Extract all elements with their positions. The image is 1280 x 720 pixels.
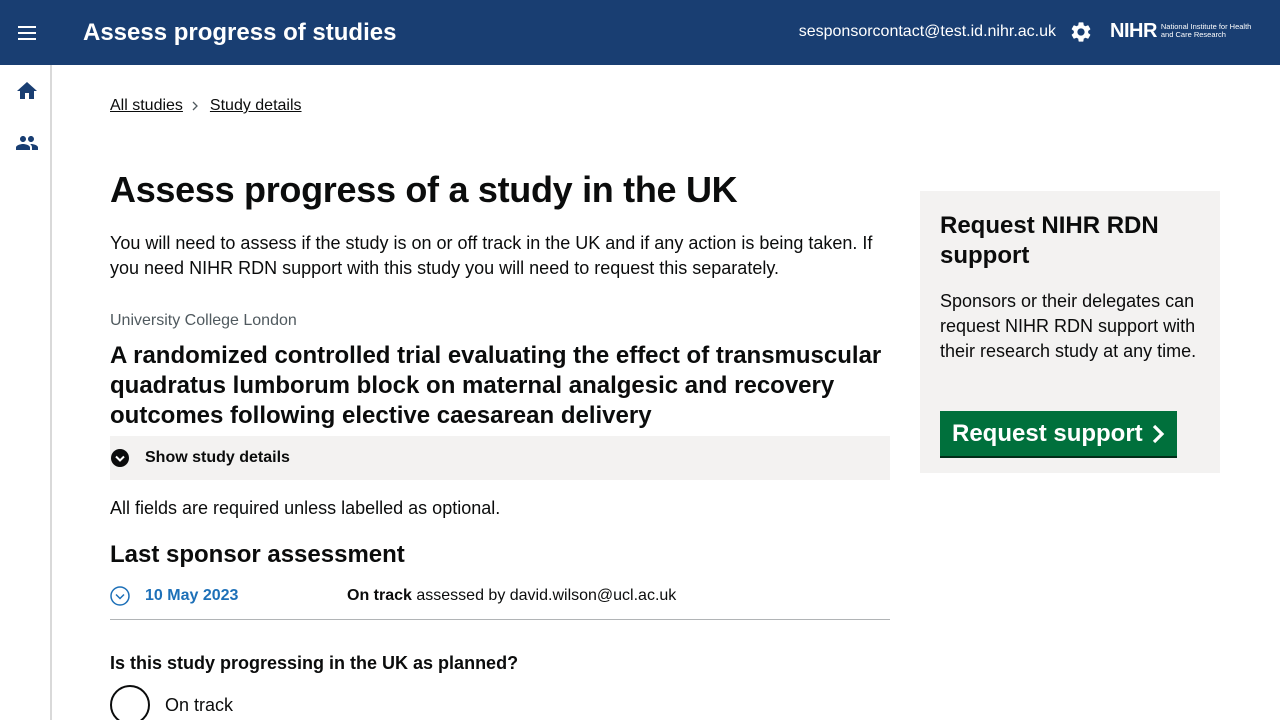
request-support-heading: Request NIHR RDN support <box>940 212 1159 269</box>
show-study-details-label: Show study details <box>145 449 290 466</box>
radio-on-track[interactable]: On track <box>110 685 233 720</box>
menu-icon[interactable] <box>12 18 42 48</box>
logo-word: NIHR <box>1110 20 1157 42</box>
radio-label: On track <box>165 695 234 715</box>
radio-circle[interactable] <box>110 685 150 720</box>
required-fields-note: All fields are required unless labelled … <box>110 498 501 518</box>
breadcrumb: All studies Study details <box>110 96 302 116</box>
assessment-date[interactable]: 10 May 2023 <box>145 586 238 606</box>
chevron-down-outline-icon[interactable] <box>110 586 130 606</box>
side-navigation <box>0 65 52 720</box>
request-support-button-label: Request support <box>952 419 1143 447</box>
logo-subtitle: National Institute for Health and Care R… <box>1160 21 1252 39</box>
people-icon[interactable] <box>15 131 39 155</box>
last-assessment-row: 10 May 2023 On track assessed by david.w… <box>110 584 890 620</box>
request-support-text: Sponsors or their delegates can request … <box>940 291 1197 361</box>
progress-question: Is this study progressing in the UK as p… <box>110 653 519 673</box>
request-support-panel: Request NIHR RDN support Sponsors or the… <box>920 191 1220 473</box>
page-title: Assess progress of a study in the UK <box>110 169 738 210</box>
top-header: Assess progress of studies sesponsorcont… <box>0 0 1280 65</box>
organisation-caption: University College London <box>110 312 297 329</box>
chevron-right-icon <box>192 101 198 111</box>
nihr-logo[interactable]: NIHR National Institute for Health and C… <box>1110 18 1261 44</box>
assessment-status: On track assessed by david.wilson@ucl.ac… <box>347 586 676 606</box>
request-support-button[interactable]: Request support <box>940 411 1177 456</box>
breadcrumb-study-details[interactable]: Study details <box>210 96 302 116</box>
assessment-status-value: On track <box>347 587 412 604</box>
breadcrumb-all-studies[interactable]: All studies <box>110 96 183 116</box>
chevron-right-icon <box>1152 424 1164 443</box>
home-icon[interactable] <box>15 79 39 103</box>
show-study-details-toggle[interactable]: Show study details <box>110 436 890 480</box>
app-title: Assess progress of studies <box>83 19 397 46</box>
chevron-down-circle-icon <box>111 449 129 467</box>
assessment-assessor: assessed by david.wilson@ucl.ac.uk <box>416 587 677 604</box>
study-title: A randomized controlled trial evaluating… <box>110 342 882 429</box>
gear-icon[interactable] <box>1069 20 1093 44</box>
intro-text: You will need to assess if the study is … <box>110 233 873 278</box>
user-email: sesponsorcontact@test.id.nihr.ac.uk <box>798 23 1056 40</box>
last-assessment-heading: Last sponsor assessment <box>110 541 405 568</box>
